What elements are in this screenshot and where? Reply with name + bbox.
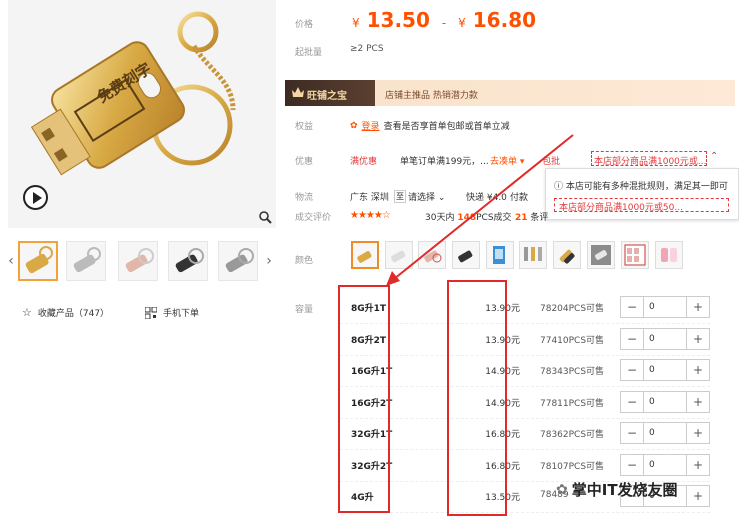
- minus-icon[interactable]: −: [621, 391, 643, 412]
- minus-icon[interactable]: −: [621, 454, 643, 475]
- annotation-box-capacity: [338, 285, 390, 513]
- play-video-button[interactable]: [23, 185, 48, 210]
- sku-stock: 77410PCS可售: [540, 335, 605, 346]
- thumb-next-arrow[interactable]: ›: [264, 253, 274, 269]
- quantity-stepper[interactable]: −0 +: [620, 453, 710, 476]
- popup-line-1: ⓘ 本店可能有多种混批规则，满足其一即可: [554, 182, 728, 192]
- benefits-row: ✿ 登录 查看是否享首单包邮或首单立减: [350, 119, 510, 133]
- quantity-stepper[interactable]: −0 +: [620, 296, 710, 318]
- color-swatch[interactable]: [655, 241, 683, 269]
- reviews-label: 成交评价: [295, 213, 332, 223]
- sku-stock: 78343PCS可售: [540, 367, 605, 377]
- minus-icon[interactable]: −: [621, 423, 643, 443]
- color-label: 颜色: [295, 256, 314, 266]
- sku-stock: 77811PCS可售: [540, 398, 605, 409]
- coupon-tag[interactable]: 本店部分商品满1000元或...: [591, 151, 707, 166]
- min-order-value: ≥2 PCS: [350, 44, 384, 54]
- crown-icon: [292, 87, 304, 97]
- quantity-stepper[interactable]: −0 +: [620, 359, 710, 381]
- plus-icon[interactable]: +: [687, 486, 709, 506]
- color-swatch[interactable]: [587, 241, 615, 269]
- thumb-prev-arrow[interactable]: ‹: [6, 253, 16, 269]
- thumbnail[interactable]: [66, 241, 106, 281]
- main-product-image[interactable]: 免费刻字: [8, 0, 276, 228]
- sku-stock: 78107PCS可售: [540, 461, 605, 472]
- capacity-label: 容量: [295, 305, 314, 315]
- quantity-input[interactable]: 0: [643, 360, 687, 380]
- usb-drive-illustration: [30, 11, 236, 176]
- gift-icon: ✿: [350, 120, 358, 131]
- quantity-input[interactable]: 0: [643, 454, 687, 475]
- minus-icon[interactable]: −: [621, 360, 643, 380]
- popup-line-2: 本店部分商品满1000元或50...: [554, 198, 729, 213]
- plus-icon[interactable]: +: [687, 328, 709, 349]
- banner-subtitle: 店铺主推品 热销潜力款: [385, 91, 478, 101]
- color-swatch[interactable]: [351, 241, 379, 269]
- annotation-box-price: [447, 280, 507, 516]
- plus-icon[interactable]: +: [687, 454, 709, 475]
- annotation-arrow: [386, 134, 574, 286]
- sku-row: 16G升2T 14.90元 77811PCS可售 −0 +: [340, 387, 710, 419]
- minus-icon[interactable]: −: [621, 297, 643, 317]
- quantity-stepper[interactable]: −0 +: [620, 390, 710, 413]
- wechat-icon: ✿: [556, 481, 568, 498]
- favorite-label: 收藏产品（747）: [37, 309, 110, 319]
- thumbnail[interactable]: [168, 241, 208, 281]
- promo-badge: 满优惠: [350, 157, 378, 167]
- quantity-input[interactable]: 0: [643, 423, 687, 443]
- sku-row: 32G升2T 16.80元 78107PCS可售 −0 +: [340, 450, 710, 482]
- zoom-icon[interactable]: [258, 210, 272, 224]
- quantity-input[interactable]: 0: [643, 297, 687, 317]
- plus-icon[interactable]: +: [687, 360, 709, 380]
- watermark: ✿ 掌中IT发烧友圈: [556, 481, 678, 499]
- thumbnail[interactable]: [118, 241, 158, 281]
- banner-title: 旺铺之宝: [307, 91, 347, 102]
- logistics-label: 物流: [295, 193, 314, 203]
- plus-icon[interactable]: +: [687, 423, 709, 443]
- chevron-up-icon[interactable]: ⌃: [710, 151, 718, 162]
- sku-row: 8G升1T 13.90元 78204PCS可售 −0 +: [340, 292, 710, 324]
- sku-stock: 78362PCS可售: [540, 430, 605, 440]
- sku-stock: 78204PCS可售: [540, 304, 605, 314]
- quantity-input[interactable]: 0: [643, 328, 687, 349]
- color-swatch[interactable]: [621, 241, 649, 269]
- price-range: ¥ 13.50 - ¥ 16.80: [352, 8, 537, 32]
- plus-icon[interactable]: +: [687, 297, 709, 317]
- mobile-order-label: 手机下单: [163, 309, 200, 319]
- sku-row: 32G升1T 16.80元 78362PCS可售 −0 +: [340, 418, 710, 450]
- qr-code-icon: [145, 306, 157, 319]
- sku-row: 8G升2T 13.90元 77410PCS可售 −0 +: [340, 324, 710, 356]
- shop-treasure-banner[interactable]: 旺铺之宝 店铺主推品 热销潜力款: [285, 80, 735, 106]
- thumbnail[interactable]: [18, 241, 58, 281]
- favorite-product[interactable]: ☆ 收藏产品（747）: [22, 306, 109, 319]
- promo-label: 优惠: [295, 157, 314, 167]
- quantity-input[interactable]: 0: [643, 391, 687, 412]
- min-order-label: 起批量: [295, 48, 323, 58]
- sku-row: 16G升1T 14.90元 78343PCS可售 −0 +: [340, 355, 710, 387]
- quantity-stepper[interactable]: −0 +: [620, 422, 710, 444]
- quantity-stepper[interactable]: −0 +: [620, 327, 710, 350]
- price-label: 价格: [295, 20, 314, 30]
- minus-icon[interactable]: −: [621, 328, 643, 349]
- star-outline-icon: ☆: [22, 306, 32, 319]
- benefits-label: 权益: [295, 122, 314, 132]
- mobile-order[interactable]: 手机下单: [145, 306, 199, 319]
- benefits-text: 查看是否享首单包邮或首单立减: [383, 122, 510, 132]
- plus-icon[interactable]: +: [687, 391, 709, 412]
- thumbnail[interactable]: [218, 241, 258, 281]
- login-link[interactable]: 登录: [362, 119, 380, 132]
